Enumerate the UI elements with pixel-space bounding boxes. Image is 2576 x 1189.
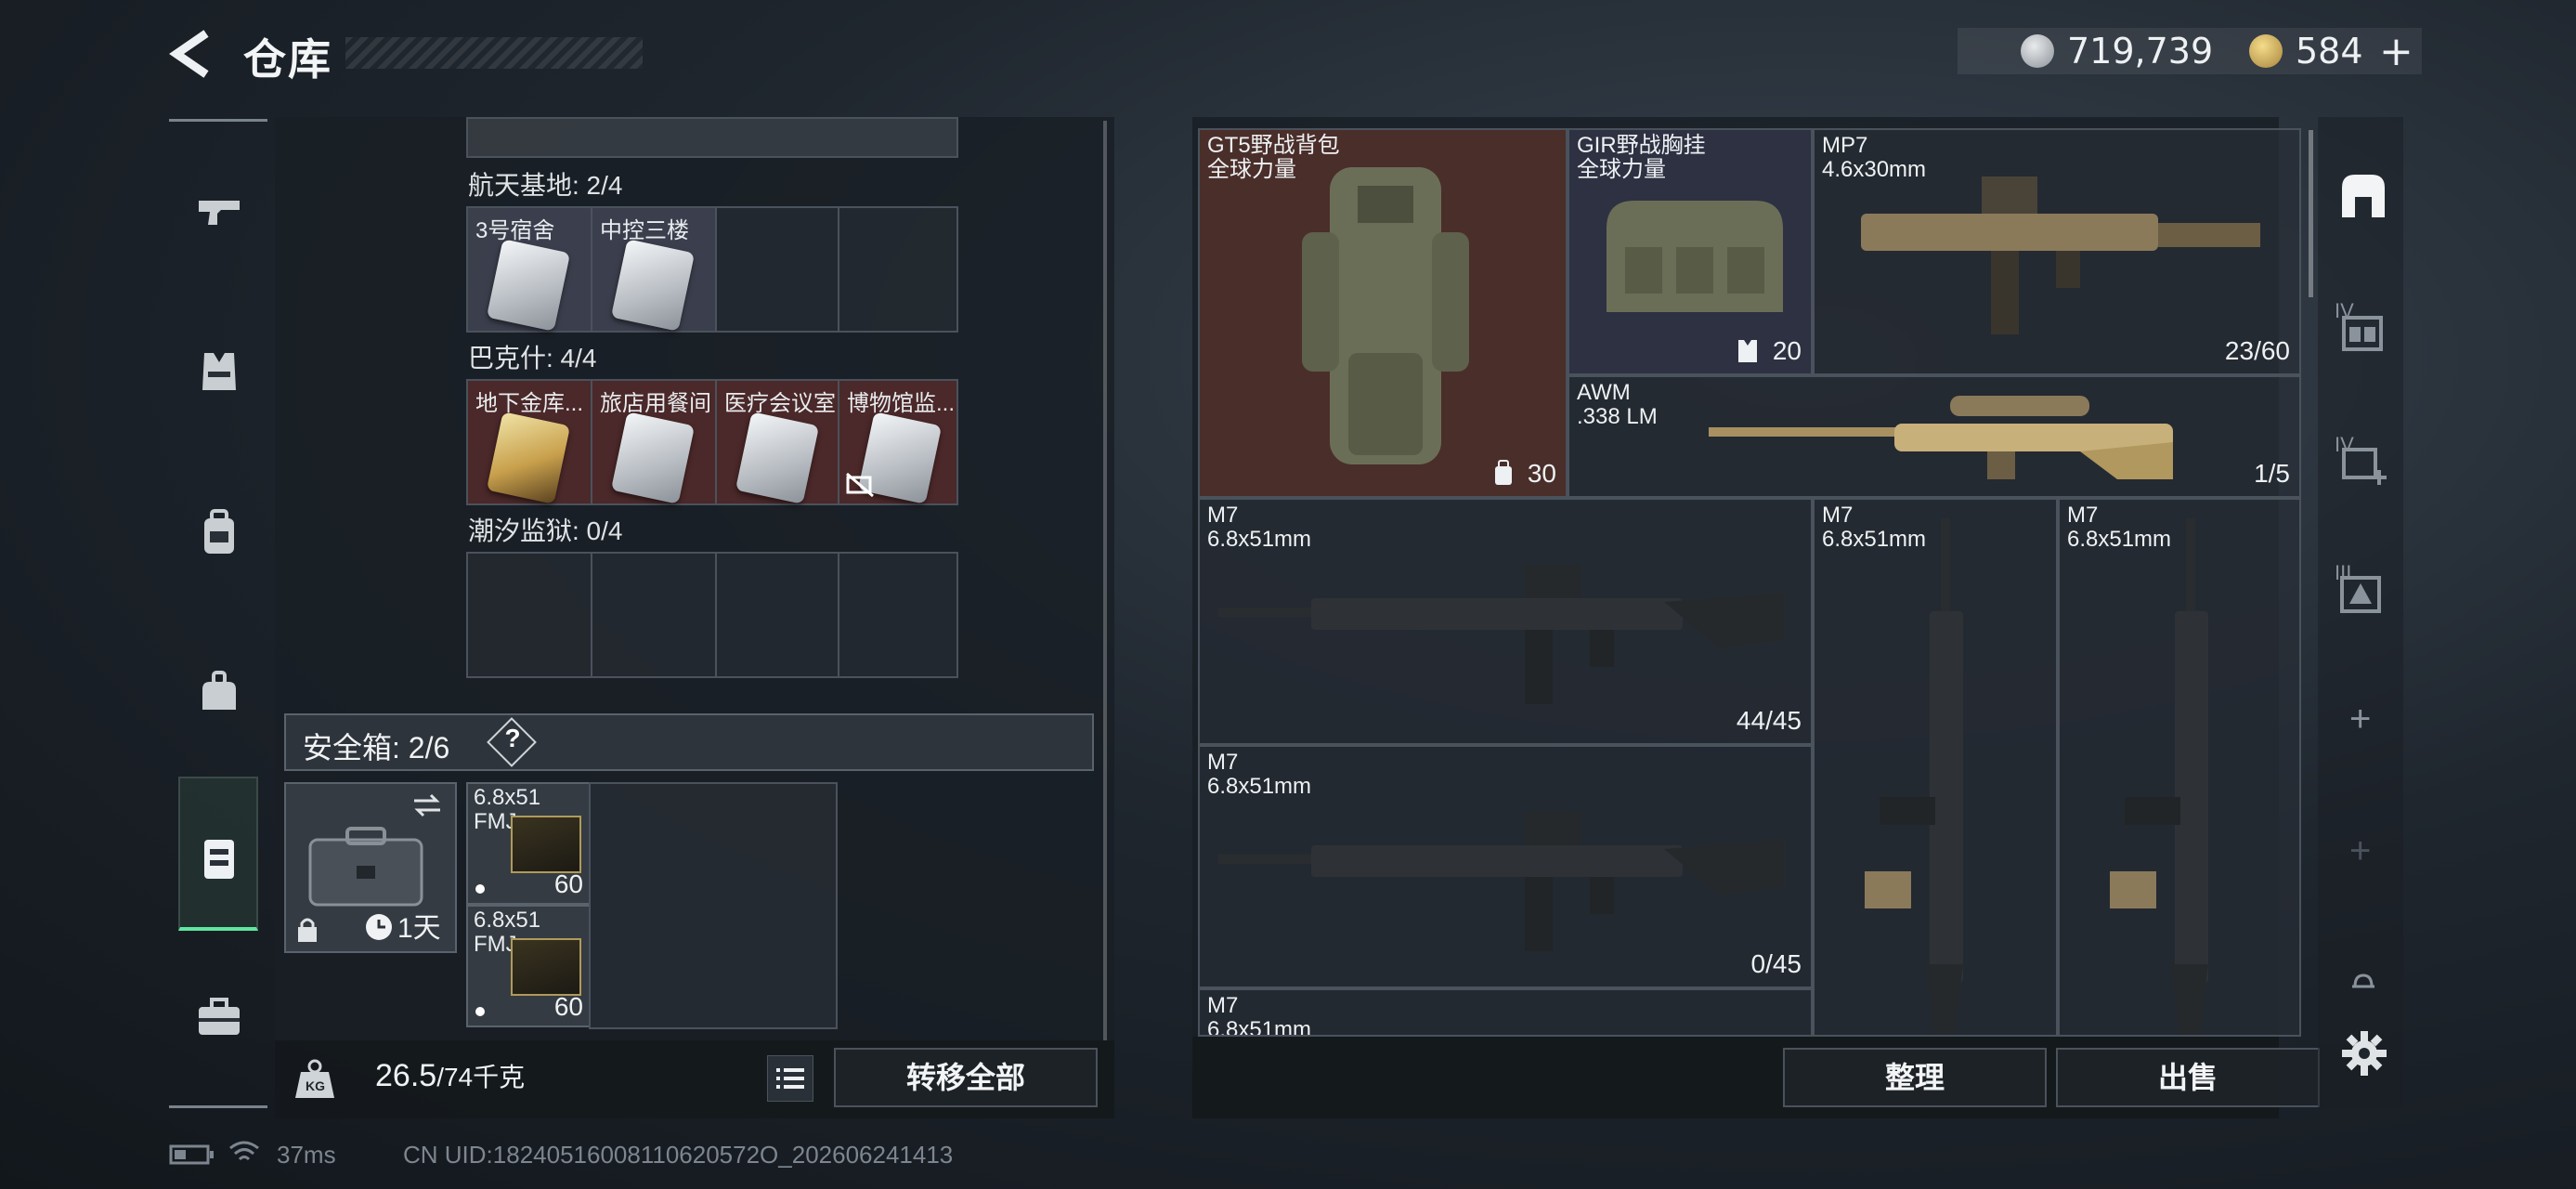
silver-amount: 719,739 <box>2067 31 2214 72</box>
inventory-item-awm[interactable]: AWM .338 LM 1/5 <box>1568 375 2301 498</box>
inventory-item-m7[interactable]: M7 6.8x51mm <box>1198 988 1813 1037</box>
key-row-tidal-prison <box>466 552 958 678</box>
title-decoration <box>345 37 643 69</box>
safebox-case-slot[interactable]: 1天 <box>284 782 457 953</box>
unavailable-icon <box>846 472 874 498</box>
weight-icon: KG <box>295 1059 334 1098</box>
svg-text:KG: KG <box>306 1078 325 1093</box>
pistol-icon[interactable] <box>193 186 245 238</box>
inventory-item-vest[interactable]: GIR野战胸挂 全球力量 20 <box>1568 128 1813 375</box>
safebox-timer: 1天 <box>397 913 441 944</box>
ammo-slot[interactable]: 6.8x51 FMJ 60 <box>466 905 591 1027</box>
add-slot-button[interactable]: + <box>2349 699 2371 740</box>
inventory-item-m7[interactable]: M7 6.8x51mm 0/45 <box>1198 745 1813 988</box>
inventory-item-m7[interactable]: M7 6.8x51mm <box>1813 498 2058 1037</box>
sell-button[interactable]: 出售 <box>2056 1048 2320 1107</box>
keycard-slot[interactable]: 医疗会议室 <box>717 381 839 504</box>
backpack-capacity-icon <box>1495 460 1512 485</box>
inventory-item-m7[interactable]: M7 6.8x51mm <box>2058 498 2301 1037</box>
rail-top-line <box>169 119 267 122</box>
keycard-slot[interactable]: 博物馆监... <box>839 381 956 504</box>
help-label: ? <box>504 724 521 752</box>
lock-icon <box>298 918 317 942</box>
settings-gear-icon[interactable] <box>2340 1029 2388 1078</box>
m7-item-icon <box>1865 518 1963 1035</box>
bag-icon[interactable] <box>193 665 245 717</box>
vest-icon[interactable] <box>193 346 245 398</box>
page-title: 仓库 <box>243 35 332 84</box>
ammo-box-icon <box>511 938 581 996</box>
silver-coin-icon <box>2021 34 2054 68</box>
backpack-icon[interactable] <box>193 507 245 559</box>
weight-readout: 26.5/74千克 <box>375 1058 526 1093</box>
add-slot-button-disabled: + <box>2349 830 2372 871</box>
keycard-icon <box>486 239 571 332</box>
case-icon[interactable] <box>193 832 245 884</box>
left-scrollbar[interactable] <box>1103 121 1107 1040</box>
key-row-bakesh: 地下金库... 旅店用餐间 医疗会议室 博物馆监... <box>466 379 958 505</box>
bell-icon[interactable] <box>2349 970 2377 990</box>
inventory-item-m7[interactable]: M7 6.8x51mm 44/45 <box>1198 498 1813 745</box>
vest-item-icon <box>1607 201 1783 312</box>
keycard-icon <box>610 412 696 504</box>
inventory-item-mp7[interactable]: MP7 4.6x30mm 23/60 <box>1813 128 2301 375</box>
ammo-box-icon <box>511 816 581 873</box>
armor-slot-icon[interactable] <box>2336 567 2388 619</box>
storage-icon[interactable] <box>2336 169 2390 223</box>
keycard-slot[interactable]: 3号宿舍 <box>468 208 592 332</box>
mp7-item-icon <box>1861 176 2260 334</box>
keycard-slot[interactable]: 中控三楼 <box>592 208 717 332</box>
group-label-space-base: 航天基地: 2/4 <box>468 171 623 200</box>
backpack-item-icon <box>1302 167 1469 464</box>
keycard-slot[interactable]: 旅店用餐间 <box>592 381 717 504</box>
ammo-slot[interactable]: 6.8x51 FMJ 60 <box>466 782 591 905</box>
safebox-title: 安全箱: 2/6 <box>303 731 450 764</box>
empty-slot[interactable] <box>717 554 839 676</box>
add-currency-button[interactable]: + <box>2379 28 2413 75</box>
keycard-slot[interactable]: 地下金库... <box>468 381 592 504</box>
battery-icon <box>169 1144 214 1165</box>
group-label-tidal-prison: 潮汐监狱: 0/4 <box>468 516 623 545</box>
empty-slot[interactable] <box>468 554 592 676</box>
m7-item-icon <box>1218 565 1785 704</box>
rail-bottom-line <box>169 1105 267 1108</box>
empty-slot[interactable] <box>839 208 956 331</box>
keycard-icon <box>735 412 820 504</box>
ammo-indicator <box>475 884 485 894</box>
toolbox-icon[interactable] <box>193 992 245 1044</box>
swap-icon[interactable] <box>410 791 444 819</box>
ping-readout: 37ms <box>277 1141 336 1169</box>
chest-rig-icon[interactable] <box>2336 305 2388 355</box>
m7-item-icon <box>1218 812 1785 951</box>
group-label-bakesh: 巴克什: 4/4 <box>468 344 597 372</box>
awm-item-icon <box>1709 396 2173 479</box>
keycard-icon <box>610 239 696 332</box>
back-arrow-icon[interactable] <box>169 28 215 80</box>
empty-slot[interactable] <box>717 208 839 331</box>
m7-item-icon <box>2110 518 2208 1035</box>
gold-coin-icon <box>2249 34 2283 68</box>
wifi-icon <box>229 1141 259 1161</box>
empty-slot[interactable] <box>592 554 717 676</box>
empty-safebox-slots[interactable] <box>589 782 838 1029</box>
clock-icon <box>366 914 392 940</box>
key-row-space-base: 3号宿舍 中控三楼 <box>466 206 958 333</box>
uid-readout: CN UID:18240516008110620572O_20260624141… <box>403 1141 954 1169</box>
keycard-icon <box>486 412 571 504</box>
gold-amount: 584 <box>2296 31 2363 72</box>
prev-row-remnant <box>466 117 958 158</box>
add-container-icon[interactable] <box>2336 437 2392 489</box>
vest-capacity-icon <box>1738 340 1757 362</box>
safe-case-icon <box>308 827 423 907</box>
list-view-icon[interactable] <box>767 1055 813 1102</box>
transfer-all-button[interactable]: 转移全部 <box>834 1048 1098 1107</box>
inventory-item-backpack[interactable]: GT5野战背包 全球力量 30 <box>1198 128 1568 498</box>
inventory-scrollbar[interactable] <box>2309 130 2313 297</box>
empty-slot[interactable] <box>839 554 956 676</box>
ammo-indicator <box>475 1007 485 1016</box>
sort-button[interactable]: 整理 <box>1783 1048 2047 1107</box>
